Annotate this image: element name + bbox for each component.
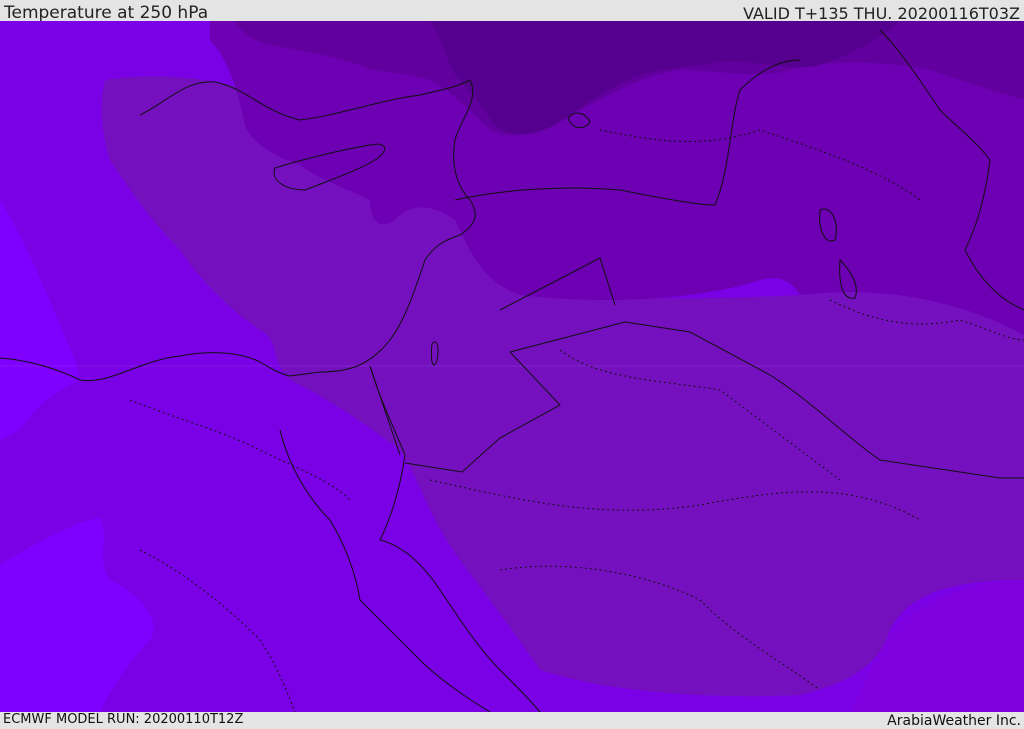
header-bar: Temperature at 250 hPa VALID T+135 THU. … <box>0 0 1024 23</box>
credit: ArabiaWeather Inc. <box>887 713 1021 729</box>
model-run: ECMWF MODEL RUN: 20200110T12Z <box>3 712 244 727</box>
footer-bar: ECMWF MODEL RUN: 20200110T12Z ArabiaWeat… <box>0 712 1024 729</box>
map-title: Temperature at 250 hPa <box>4 3 209 23</box>
temperature-map[interactable] <box>0 21 1024 712</box>
